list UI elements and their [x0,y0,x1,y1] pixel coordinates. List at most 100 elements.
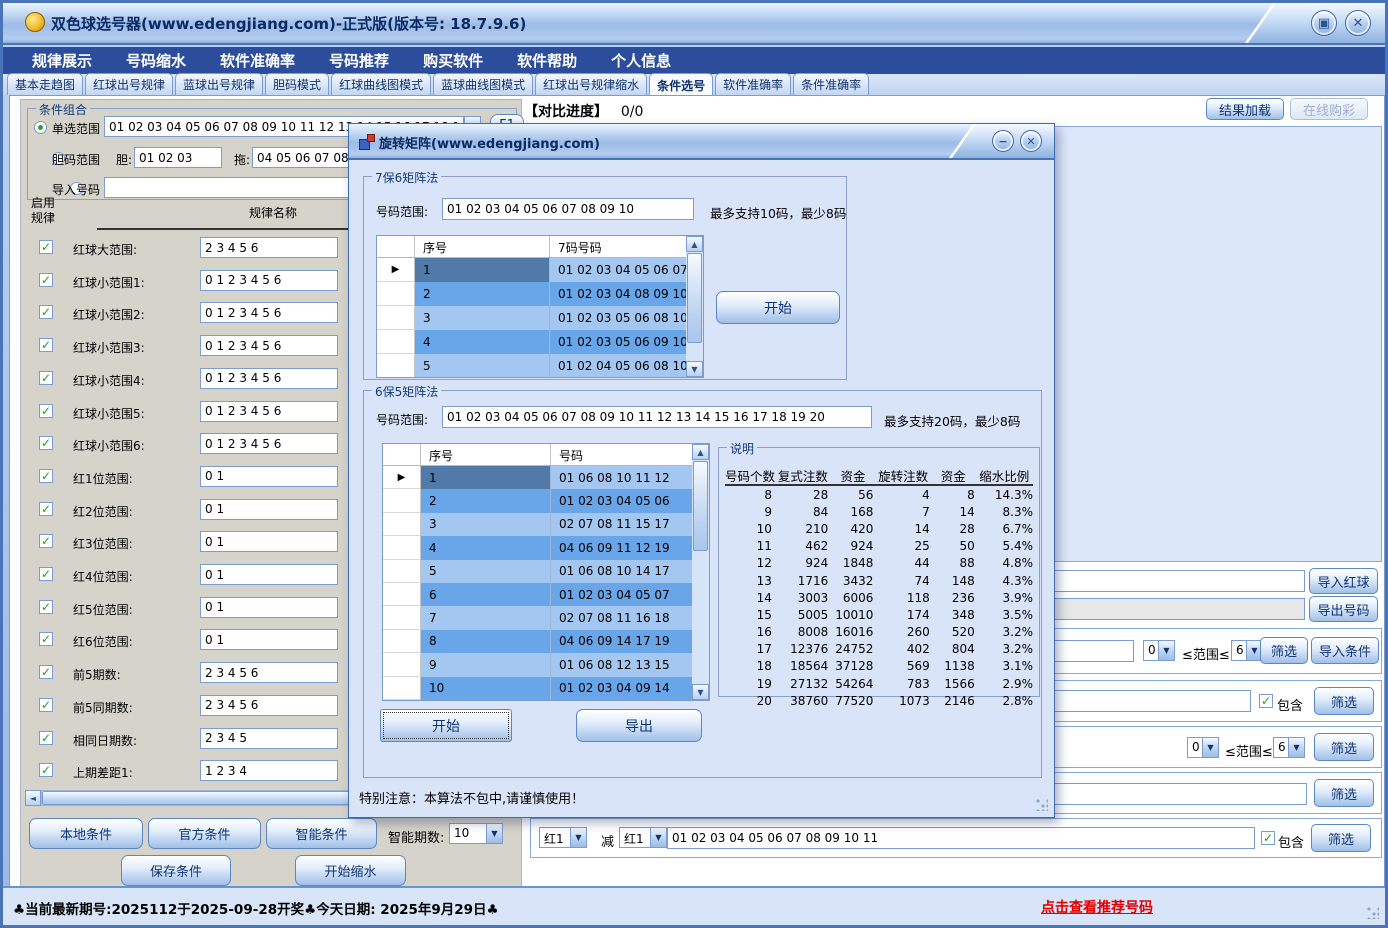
menu-item-规律展示[interactable]: 规律展示 [15,50,109,71]
rule-checkbox[interactable]: ✓ [39,567,53,581]
smart-periods-dropdown-icon[interactable]: ▼ [486,824,502,843]
tab-胆码模式[interactable]: 胆码模式 [265,73,329,95]
table-row[interactable]: 601 02 03 04 05 07 [383,583,709,606]
rule-input[interactable] [200,368,338,389]
table-row[interactable]: 201 02 03 04 08 09 10 [377,282,703,306]
table-row[interactable]: 201 02 03 04 05 06 [383,489,709,512]
rule-checkbox[interactable]: ✓ [39,338,53,352]
rule-checkbox[interactable]: ✓ [39,632,53,646]
matrix76-range-input[interactable] [442,198,694,220]
range1-min-combo[interactable]: 0 ▼ [1143,640,1175,661]
single-range-radio[interactable] [34,121,47,134]
rule-checkbox[interactable]: ✓ [39,273,53,287]
table-row[interactable]: 1001 02 03 04 09 14 [383,677,709,700]
table-row[interactable]: ▶101 02 03 04 05 06 07 [377,258,703,282]
rule-checkbox[interactable]: ✓ [39,600,53,614]
rule-checkbox[interactable]: ✓ [39,240,53,254]
range3-max-combo[interactable]: 6 ▼ [1273,737,1305,758]
dialog-close-button[interactable]: ✕ [1020,130,1042,152]
table-row[interactable]: 301 02 03 05 06 08 10 [377,306,703,330]
sub-right-combo[interactable]: 红1 ▼ [619,827,667,848]
rule-checkbox[interactable]: ✓ [39,469,53,483]
window-resize-grip[interactable] [1366,906,1379,919]
range3-min-dropdown-icon[interactable]: ▼ [1202,738,1218,757]
table-row[interactable]: 401 02 03 05 06 09 10 [377,330,703,354]
rule-input[interactable] [200,335,338,356]
rule-input[interactable] [200,728,338,749]
matrix76-table[interactable]: 序号7码号码▶101 02 03 04 05 06 07201 02 03 04… [376,235,704,378]
smart-condition-button[interactable]: 智能条件 [266,818,377,849]
matrix65-export-button[interactable]: 导出 [576,709,702,742]
rule-checkbox[interactable]: ✓ [39,698,53,712]
dan-input[interactable] [134,147,222,168]
scroll-down-icon[interactable]: ▼ [692,684,709,700]
sub-right-dropdown-icon[interactable]: ▼ [650,828,666,847]
range1-max-combo[interactable]: 6 ▼ [1231,640,1263,661]
dialog-minimize-button[interactable]: − [992,130,1014,152]
rule-checkbox[interactable]: ✓ [39,763,53,777]
rule-checkbox[interactable]: ✓ [39,534,53,548]
tab-红球出号规律缩水[interactable]: 红球出号规律缩水 [535,73,647,95]
table-row[interactable]: 302 07 08 11 15 17 [383,513,709,536]
rule-input[interactable] [200,433,338,454]
close-button[interactable]: ✕ [1345,10,1371,36]
vscroll-thumb[interactable] [693,461,708,551]
table-row[interactable]: 501 06 08 10 14 17 [383,560,709,583]
menu-item-个人信息[interactable]: 个人信息 [594,50,688,71]
export-numbers-button[interactable]: 导出号码 [1309,596,1378,622]
rule-input[interactable] [200,531,338,552]
tab-软件准确率[interactable]: 软件准确率 [715,73,791,95]
rule-checkbox[interactable]: ✓ [39,731,53,745]
rule-input[interactable] [200,466,338,487]
rule-checkbox[interactable]: ✓ [39,404,53,418]
rule-input[interactable] [200,695,338,716]
dialog-resize-grip[interactable] [1035,798,1048,811]
include5-checkbox[interactable]: ✓ [1261,831,1275,845]
matrix65-start-button[interactable]: 开始 [380,709,512,742]
sub-left-dropdown-icon[interactable]: ▼ [570,828,586,847]
rule-input[interactable] [200,597,338,618]
range1-min-dropdown-icon[interactable]: ▼ [1158,641,1174,660]
matrix76-start-button[interactable]: 开始 [716,291,840,324]
matrix65-range-input[interactable] [442,406,872,428]
local-condition-button[interactable]: 本地条件 [29,818,143,849]
rule-input[interactable] [200,564,338,585]
menu-item-号码缩水[interactable]: 号码缩水 [109,50,203,71]
official-condition-button[interactable]: 官方条件 [148,818,261,849]
scroll-down-icon[interactable]: ▼ [686,361,703,377]
sub-input[interactable] [667,827,1255,849]
filter3-button[interactable]: 筛选 [1314,733,1374,761]
tab-条件选号[interactable]: 条件选号 [649,73,713,96]
start-shrink-button[interactable]: 开始缩水 [295,855,406,886]
menu-item-软件准确率[interactable]: 软件准确率 [203,50,312,71]
rule-input[interactable] [200,302,338,323]
scroll-left-icon[interactable]: ◄ [25,790,41,806]
vscroll-thumb[interactable] [687,253,702,343]
matrix65-table[interactable]: 序号号码▶101 06 08 10 11 12201 02 03 04 05 0… [382,443,710,701]
rule-input[interactable] [200,760,338,781]
menu-item-购买软件[interactable]: 购买软件 [406,50,500,71]
import-red-button[interactable]: 导入红球 [1309,568,1378,594]
rule-checkbox[interactable]: ✓ [39,305,53,319]
load-results-button[interactable]: 结果加载 [1206,98,1284,120]
save-condition-button[interactable]: 保存条件 [121,855,231,886]
tab-蓝球出号规律[interactable]: 蓝球出号规律 [175,73,263,95]
table-row[interactable]: 804 06 09 14 17 19 [383,630,709,653]
table-row[interactable]: 702 07 08 11 16 18 [383,606,709,629]
tab-红球曲线图模式[interactable]: 红球曲线图模式 [331,73,431,95]
table-row[interactable]: ▶101 06 08 10 11 12 [383,466,709,489]
rule-input[interactable] [200,662,338,683]
tab-红球出号规律[interactable]: 红球出号规律 [85,73,173,95]
filter1-button[interactable]: 筛选 [1260,637,1308,664]
menu-item-软件帮助[interactable]: 软件帮助 [500,50,594,71]
rule-checkbox[interactable]: ✓ [39,436,53,450]
filter2-button[interactable]: 筛选 [1314,687,1374,715]
tab-基本走趋图[interactable]: 基本走趋图 [7,73,83,95]
rule-checkbox[interactable]: ✓ [39,665,53,679]
table-row[interactable]: 501 02 04 05 06 08 10 [377,354,703,378]
rule-input[interactable] [200,629,338,650]
rule-checkbox[interactable]: ✓ [39,502,53,516]
table-vscrollbar[interactable]: ▲▼ [692,444,709,700]
recommend-link[interactable]: 点击查看推荐号码 [1041,897,1153,917]
rule-input[interactable] [200,237,338,258]
